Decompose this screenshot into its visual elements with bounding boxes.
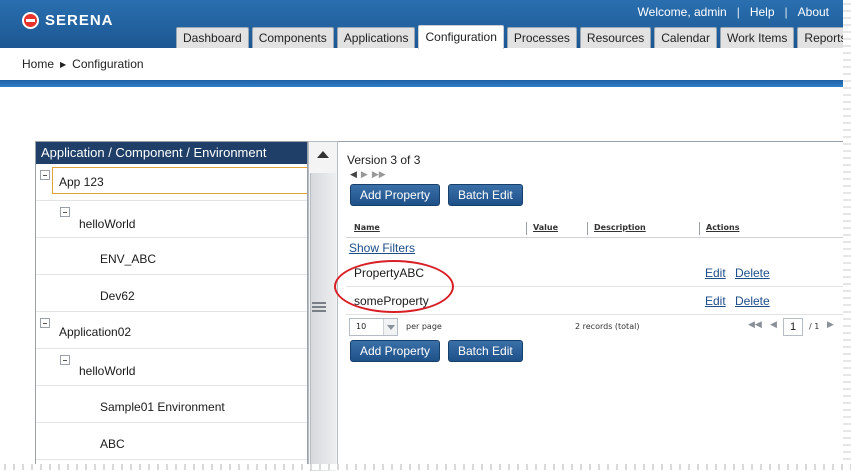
tree-panel-title: Application / Component / Environment <box>36 142 307 164</box>
torn-edge-right <box>843 0 851 470</box>
edit-link[interactable]: Edit <box>705 266 726 280</box>
scrollbar-track[interactable] <box>310 173 336 471</box>
nav-separator: | <box>736 5 740 19</box>
tree-item-helloworld[interactable]: helloWorld <box>36 201 307 238</box>
collapse-icon[interactable] <box>60 207 70 217</box>
next-version-icon[interactable]: ▶ <box>361 170 368 180</box>
tree-item-label: Application02 <box>59 325 132 339</box>
properties-table-header: Name Value Description Actions <box>346 221 843 238</box>
help-link[interactable]: Help <box>750 5 775 19</box>
show-filters-link[interactable]: Show Filters <box>349 241 415 255</box>
column-description[interactable]: Description <box>594 223 646 232</box>
previous-page-icon[interactable]: ◀ <box>770 320 777 330</box>
column-divider[interactable] <box>526 222 527 235</box>
serena-logo-icon <box>22 12 39 29</box>
tree-item-helloworld[interactable]: helloWorld <box>36 349 307 386</box>
tree-panel: Application / Component / Environment Ap… <box>35 141 308 470</box>
tree-item-abc[interactable]: ABC <box>36 423 307 460</box>
about-link[interactable]: About <box>798 5 829 19</box>
torn-edge-bottom <box>0 464 851 470</box>
tree-item-label: ABC <box>100 437 125 451</box>
tab-components[interactable]: Components <box>251 27 334 48</box>
tree-item-application02[interactable]: Application02 <box>36 312 307 349</box>
version-nav: ◀ ▶ ▶▶ <box>350 170 386 180</box>
previous-version-icon[interactable]: ◀ <box>350 170 357 180</box>
breadcrumb-current: Configuration <box>72 57 144 71</box>
edit-link[interactable]: Edit <box>705 294 726 308</box>
column-actions[interactable]: Actions <box>706 223 739 232</box>
breadcrumb-home[interactable]: Home <box>22 57 54 71</box>
tree-item-label: helloWorld <box>79 364 136 378</box>
per-page-value: 10 <box>356 322 367 331</box>
records-count: 2 records (total) <box>575 322 640 331</box>
tree-item-app-123[interactable]: App 123 <box>36 164 307 201</box>
welcome-text: Welcome, admin <box>637 5 727 19</box>
collapse-icon[interactable] <box>60 355 70 365</box>
tree-item-label: Dev62 <box>100 289 135 303</box>
last-version-icon[interactable]: ▶▶ <box>372 170 386 180</box>
highlight-annotation <box>334 260 454 313</box>
page-number-input[interactable]: 1 <box>783 318 803 336</box>
serena-logo[interactable]: SERENA <box>22 12 114 29</box>
add-property-button[interactable]: Add Property <box>350 340 441 362</box>
header-divider <box>0 80 843 87</box>
tree-item-label: App 123 <box>59 175 104 189</box>
batch-edit-button[interactable]: Batch Edit <box>448 340 523 362</box>
tree-item-env-abc[interactable]: ENV_ABC <box>36 238 307 275</box>
batch-edit-button[interactable]: Batch Edit <box>448 184 523 206</box>
delete-link[interactable]: Delete <box>735 266 770 280</box>
column-value[interactable]: Value <box>533 223 558 232</box>
nav-separator: | <box>784 5 788 19</box>
tree-item-label: helloWorld <box>79 217 136 231</box>
tab-calendar[interactable]: Calendar <box>654 27 717 48</box>
collapse-icon[interactable] <box>40 170 50 180</box>
per-page-select[interactable]: 10 <box>349 318 398 336</box>
delete-link[interactable]: Delete <box>735 294 770 308</box>
first-page-icon[interactable]: ◀◀ <box>748 320 762 330</box>
scroll-up-icon[interactable] <box>317 151 329 158</box>
tree-item-sample01-environment[interactable]: Sample01 Environment <box>36 386 307 423</box>
total-pages: / 1 <box>809 322 820 331</box>
tree-item-dev62[interactable]: Dev62 <box>36 275 307 312</box>
splitter-grip-icon[interactable] <box>312 302 326 316</box>
next-page-icon[interactable]: ▶ <box>827 320 834 330</box>
breadcrumb-arrow-icon: ▶ <box>60 59 67 69</box>
tab-configuration[interactable]: Configuration <box>418 25 504 49</box>
breadcrumb: Home ▶ Configuration <box>22 57 144 71</box>
tree-item-label: Sample01 Environment <box>100 400 225 414</box>
chevron-down-icon[interactable] <box>383 319 397 335</box>
tab-resources[interactable]: Resources <box>579 27 652 48</box>
tab-applications[interactable]: Applications <box>336 27 416 48</box>
pagination-bar: 10 per page 2 records (total) ◀◀ ◀ 1 / 1… <box>346 316 843 338</box>
column-name[interactable]: Name <box>354 223 380 232</box>
collapse-icon[interactable] <box>40 318 50 328</box>
tree-item-label: ENV_ABC <box>100 252 157 266</box>
column-divider[interactable] <box>699 222 700 235</box>
column-divider[interactable] <box>587 222 588 235</box>
top-header: SERENA Welcome, admin | Help | About Das… <box>0 0 851 49</box>
user-nav: Welcome, admin | Help | About <box>638 5 829 19</box>
per-page-label: per page <box>406 322 442 331</box>
tab-work-items[interactable]: Work Items <box>719 27 795 48</box>
tab-dashboard[interactable]: Dashboard <box>176 27 249 48</box>
version-label: Version 3 of 3 <box>347 153 421 167</box>
brand-name: SERENA <box>45 12 114 29</box>
add-property-button[interactable]: Add Property <box>350 184 441 206</box>
main-tabs: Dashboard Components Applications Config… <box>176 25 851 51</box>
tab-processes[interactable]: Processes <box>506 27 577 48</box>
